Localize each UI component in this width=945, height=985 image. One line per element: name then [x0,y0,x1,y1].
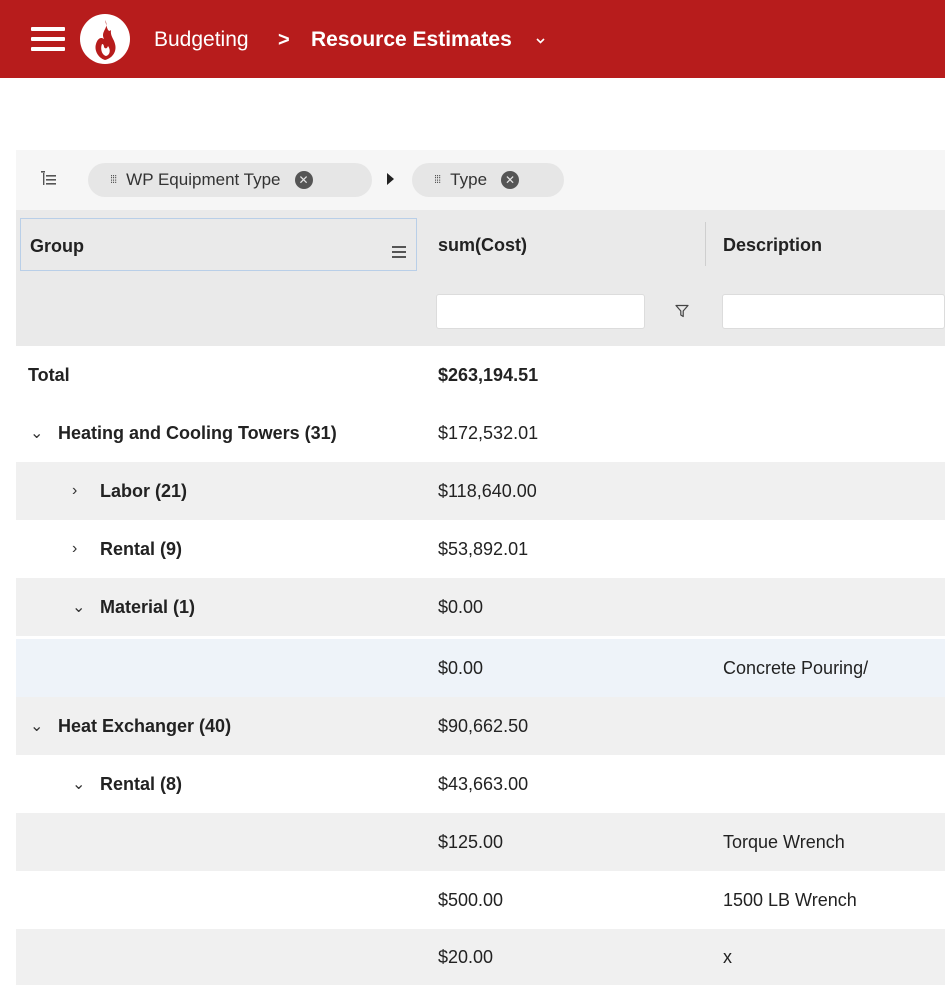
chevron-right-icon[interactable]: › [72,540,84,558]
column-header-cost[interactable]: sum(Cost) [438,235,527,256]
column-header-label: Group [30,236,84,256]
cost-cell: $118,640.00 [438,480,537,501]
cost-cell: $125.00 [438,831,504,852]
column-menu-icon[interactable] [392,246,406,261]
table-row-group[interactable]: ⌄ Heating and Cooling Towers (31) $172,5… [16,404,945,462]
group-label: Heat Exchanger (40) [58,715,232,736]
cost-cell: $0.00 [438,596,484,617]
description-cell: Concrete Pouring/ [723,657,869,678]
table-row-group[interactable]: › Labor (21) $118,640.00 [16,462,945,520]
group-chip-wp-equipment-type[interactable]: ⁞⁞⁞ WP Equipment Type ✕ [88,163,372,197]
table-row-group[interactable]: ⌄ Material (1) $0.00 [16,578,945,636]
cost-cell: $90,662.50 [438,715,529,736]
group-chip-label: WP Equipment Type [126,170,281,189]
table-row-group[interactable]: ⌄ Heat Exchanger (40) $90,662.50 [16,697,945,755]
table-row-total: Total $263,194.51 [16,346,945,404]
chevron-down-icon[interactable]: ⌄ [72,774,85,794]
group-label: Rental (8) [100,773,183,794]
caret-right-icon [387,173,394,185]
cost-cell: $172,532.01 [438,422,539,443]
description-cell: x [723,946,732,967]
group-label: Heating and Cooling Towers (31) [58,422,337,443]
filter-row [16,276,945,346]
remove-icon[interactable]: ✕ [501,171,520,189]
group-label: Rental (9) [100,538,183,559]
table-row[interactable]: $20.00 x [16,929,945,985]
group-list-icon[interactable] [40,169,58,189]
cost-cell: $500.00 [438,889,504,910]
description-cell: Torque Wrench [723,831,845,852]
chevron-down-icon[interactable]: ⌄ [30,716,43,736]
breadcrumb-budgeting[interactable]: Budgeting [154,28,249,52]
table-row-group[interactable]: › Rental (9) $53,892.01 [16,520,945,578]
cost-cell: $0.00 [438,657,484,678]
cost-cell: $263,194.51 [438,364,539,385]
column-divider[interactable] [705,222,706,266]
chevron-down-icon[interactable]: ⌄ [72,597,85,617]
table-row-group[interactable]: ⌄ Rental (8) $43,663.00 [16,755,945,813]
cost-filter-input[interactable] [436,294,645,329]
cost-cell: $43,663.00 [438,773,529,794]
chevron-down-icon[interactable] [536,36,545,45]
remove-icon[interactable]: ✕ [294,171,313,189]
filter-icon[interactable] [675,304,689,318]
cost-cell: $20.00 [438,946,494,967]
table-row[interactable]: $500.00 1500 LB Wrench [16,871,945,929]
group-label: Labor (21) [100,480,188,501]
column-header-group[interactable]: Group [20,218,417,271]
drag-grip-icon[interactable]: ⁞⁞⁞ [434,174,441,186]
flame-logo[interactable] [80,14,130,64]
group-label: Material (1) [100,596,196,617]
breadcrumb-separator: > [278,29,290,51]
menu-icon[interactable] [31,27,65,51]
description-filter-input[interactable] [722,294,945,329]
description-cell: 1500 LB Wrench [723,889,857,910]
group-chip-type[interactable]: ⁞⁞⁞ Type ✕ [412,163,564,197]
column-header-description[interactable]: Description [723,235,822,256]
cost-cell: $53,892.01 [438,538,529,559]
table-row[interactable]: $125.00 Torque Wrench [16,813,945,871]
app-header: Budgeting > Resource Estimates [0,0,945,78]
row-group-panel: ⁞⁞⁞ WP Equipment Type ✕ ⁞⁞⁞ Type ✕ [16,150,945,210]
breadcrumb-resource-estimates[interactable]: Resource Estimates [311,28,512,52]
drag-grip-icon[interactable]: ⁞⁞⁞ [110,174,117,186]
chevron-right-icon[interactable]: › [72,482,84,500]
group-cell: Total [28,364,70,385]
grid-header: Group sum(Cost) Description [16,210,945,276]
group-chip-label: Type [450,170,488,189]
chevron-down-icon[interactable]: ⌄ [30,423,43,443]
table-row[interactable]: $0.00 Concrete Pouring/ [16,639,945,697]
